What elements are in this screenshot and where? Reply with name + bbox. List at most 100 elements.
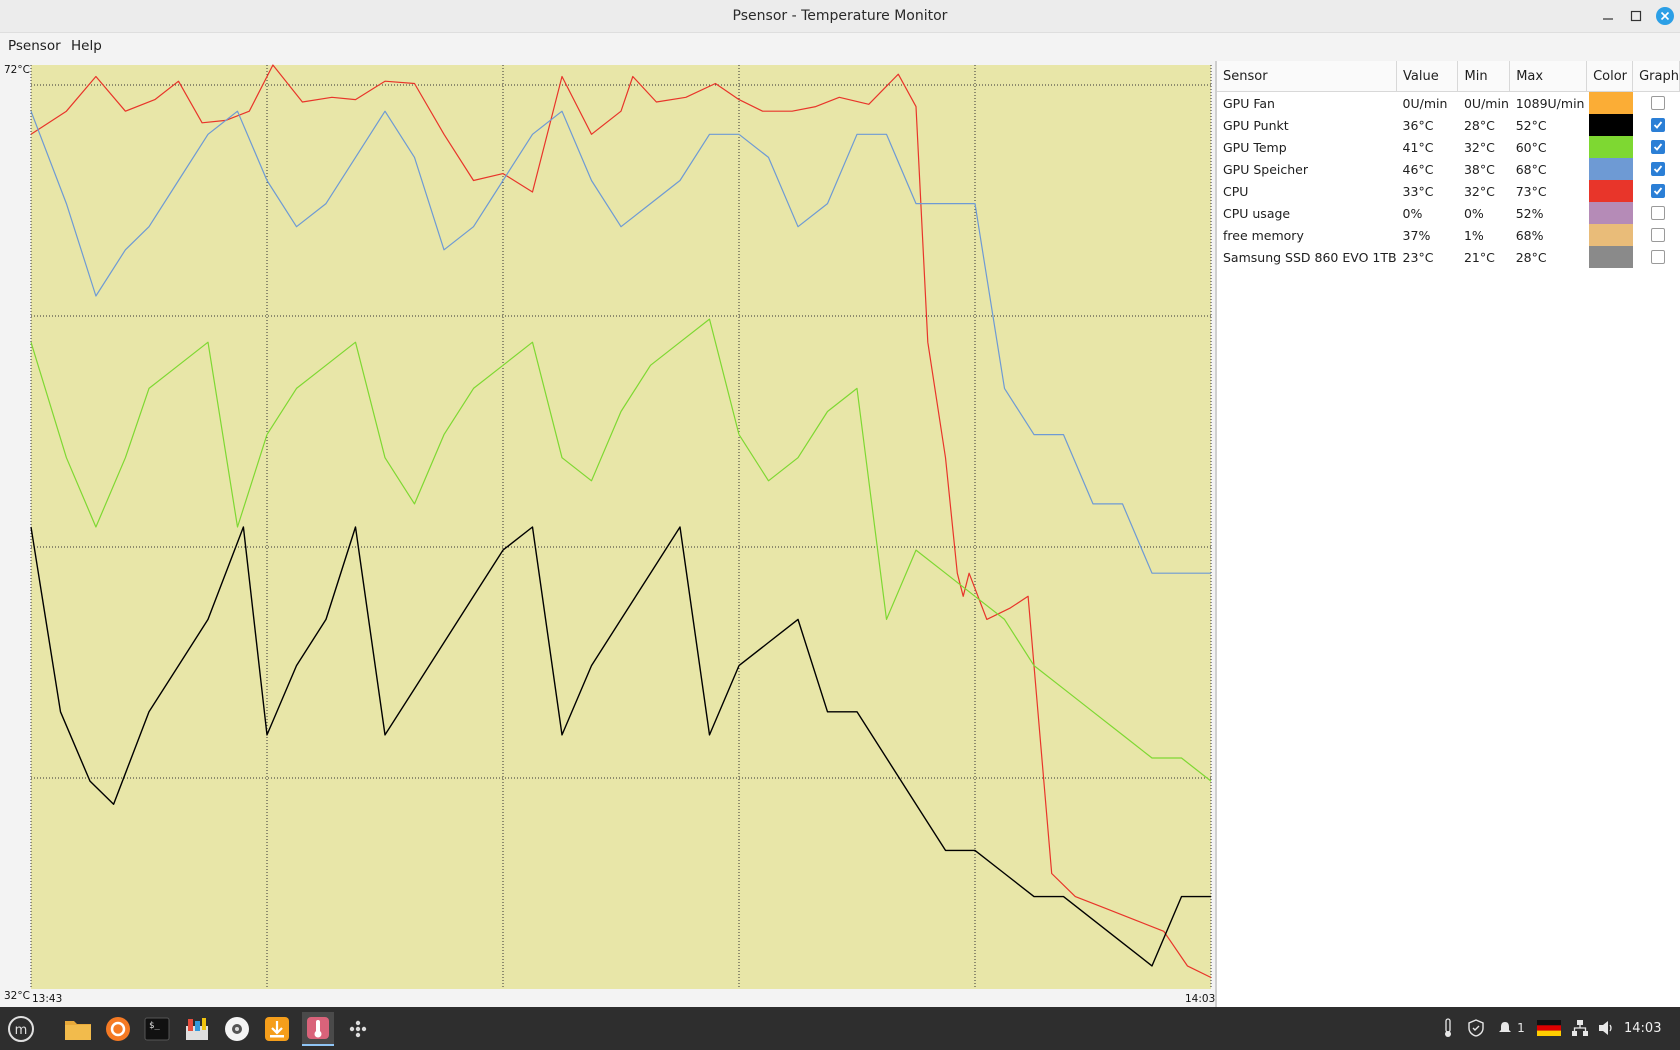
column-header-graph[interactable]: Graph [1632,61,1680,92]
sensor-name: free memory [1223,227,1304,243]
installer-icon[interactable] [262,1014,292,1044]
column-header-min[interactable]: Min [1457,61,1511,92]
volume-tray-icon[interactable] [1597,1018,1617,1038]
mint-menu-icon[interactable]: m [6,1014,36,1044]
graph-checkbox[interactable] [1650,96,1665,110]
dots-icon[interactable] [343,1014,373,1044]
close-button[interactable] [1651,0,1679,32]
close-icon [1656,7,1674,25]
sensor-min: 1% [1463,227,1484,243]
menu-help[interactable]: Help [71,38,102,54]
plot-background [31,65,1211,989]
sensor-graph-cell [1633,158,1680,180]
checkmark-icon [1653,121,1662,129]
graph-checkbox[interactable] [1650,140,1665,154]
sensor-color-cell[interactable] [1587,224,1633,246]
sensor-graph-cell [1633,136,1680,158]
color-swatch[interactable] [1588,114,1633,136]
sensor-color-cell[interactable] [1587,158,1633,180]
files-icon[interactable] [63,1014,93,1044]
graph-checkbox[interactable] [1650,250,1665,264]
sensor-name: GPU Temp [1223,139,1287,155]
shield-tray-icon[interactable] [1466,1018,1486,1038]
color-swatch[interactable] [1588,158,1633,180]
sensor-color-cell[interactable] [1587,136,1633,158]
sensor-value: 41°C [1402,139,1434,155]
minimize-icon [1603,18,1613,20]
sensor-graph-cell [1633,92,1680,115]
sensor-name: CPU [1223,183,1249,199]
checkmark-icon [1653,143,1662,151]
sensor-max: 60°C [1515,139,1547,155]
column-header-sensor[interactable]: Sensor [1217,61,1398,92]
graph-checkbox[interactable] [1650,206,1665,220]
sensor-color-cell[interactable] [1587,202,1633,224]
x-axis-start-label: 13:43 [32,993,63,1005]
color-swatch[interactable] [1588,136,1633,158]
minimize-button[interactable] [1594,0,1622,32]
sensor-color-cell[interactable] [1587,246,1633,268]
graph-checkbox[interactable] [1650,162,1665,176]
thermometer-tray-icon[interactable] [1440,1018,1456,1038]
sensor-table: Sensor Value Min Max Color Graph GPU Fan… [1217,61,1680,268]
sensor-min: 32°C [1463,183,1495,199]
column-header-max[interactable]: Max [1509,61,1588,92]
menu-bar: Psensor Help [0,33,1680,61]
column-header-value[interactable]: Value [1396,61,1459,92]
sensor-min: 0U/min [1463,95,1509,111]
tray-clock[interactable]: 14:03 [1624,1021,1661,1036]
sensor-name: Samsung SSD 860 EVO 1TB [1223,249,1397,265]
svg-text:m: m [15,1023,28,1038]
sensor-graph-cell [1633,224,1680,246]
y-axis-min-label: 32°C [4,990,30,1002]
sensor-max: 52% [1515,205,1544,221]
sensor-name: GPU Speicher [1223,161,1309,177]
firefox-icon[interactable] [103,1014,133,1044]
sensor-value: 46°C [1402,161,1434,177]
sensor-max: 68°C [1515,161,1547,177]
taskbar: m $_ 1 14:03 [0,1007,1680,1050]
notifications-tray-icon[interactable]: 1 [1494,1018,1528,1038]
sensor-row[interactable]: GPU Fan 0U/min 0U/min 1089U/min [1217,92,1680,115]
sensor-color-cell[interactable] [1587,92,1633,114]
temperature-graph: 72°C 32°C 13:43 14:03 [0,61,1215,1007]
color-swatch[interactable] [1588,92,1633,114]
sensor-min: 0% [1463,205,1484,221]
sensor-max: 1089U/min [1515,95,1585,111]
menu-psensor[interactable]: Psensor [8,38,61,54]
color-swatch[interactable] [1588,202,1633,224]
sensor-color-cell[interactable] [1587,114,1633,136]
sensor-row[interactable]: CPU 33°C 32°C 73°C [1217,180,1680,202]
network-tray-icon[interactable] [1570,1018,1590,1038]
sensor-color-cell[interactable] [1587,180,1633,202]
sensor-name: CPU usage [1223,205,1291,221]
sensor-min: 38°C [1463,161,1495,177]
sensor-value: 0% [1402,205,1423,221]
graph-checkbox[interactable] [1650,184,1665,198]
sensor-max: 73°C [1515,183,1547,199]
sensor-value: 37% [1402,227,1431,243]
graph-checkbox[interactable] [1650,228,1665,242]
psensor-icon[interactable] [302,1012,334,1046]
sensor-graph-cell [1633,202,1680,224]
window-titlebar: Psensor - Temperature Monitor [0,0,1680,33]
sensor-max: 52°C [1515,117,1547,133]
column-header-color[interactable]: Color [1586,61,1634,92]
paint-icon[interactable] [182,1014,212,1044]
maximize-button[interactable] [1622,0,1650,32]
terminal-icon[interactable]: $_ [142,1014,172,1044]
graph-checkbox[interactable] [1650,118,1665,132]
sensor-row[interactable]: GPU Punkt 36°C 28°C 52°C [1217,114,1680,136]
color-swatch[interactable] [1588,246,1633,268]
color-swatch[interactable] [1588,180,1633,202]
sensor-row[interactable]: Samsung SSD 860 EVO 1TB 23°C 21°C 28°C [1217,246,1680,268]
color-swatch[interactable] [1588,224,1633,246]
disc-icon[interactable] [222,1014,252,1044]
keyboard-layout-flag-icon[interactable] [1536,1018,1562,1038]
sensor-value: 0U/min [1402,95,1448,111]
sensor-row[interactable]: GPU Temp 41°C 32°C 60°C [1217,136,1680,158]
sensor-row[interactable]: free memory 37% 1% 68% [1217,224,1680,246]
sensor-name: GPU Fan [1223,95,1275,111]
sensor-row[interactable]: GPU Speicher 46°C 38°C 68°C [1217,158,1680,180]
sensor-row[interactable]: CPU usage 0% 0% 52% [1217,202,1680,224]
